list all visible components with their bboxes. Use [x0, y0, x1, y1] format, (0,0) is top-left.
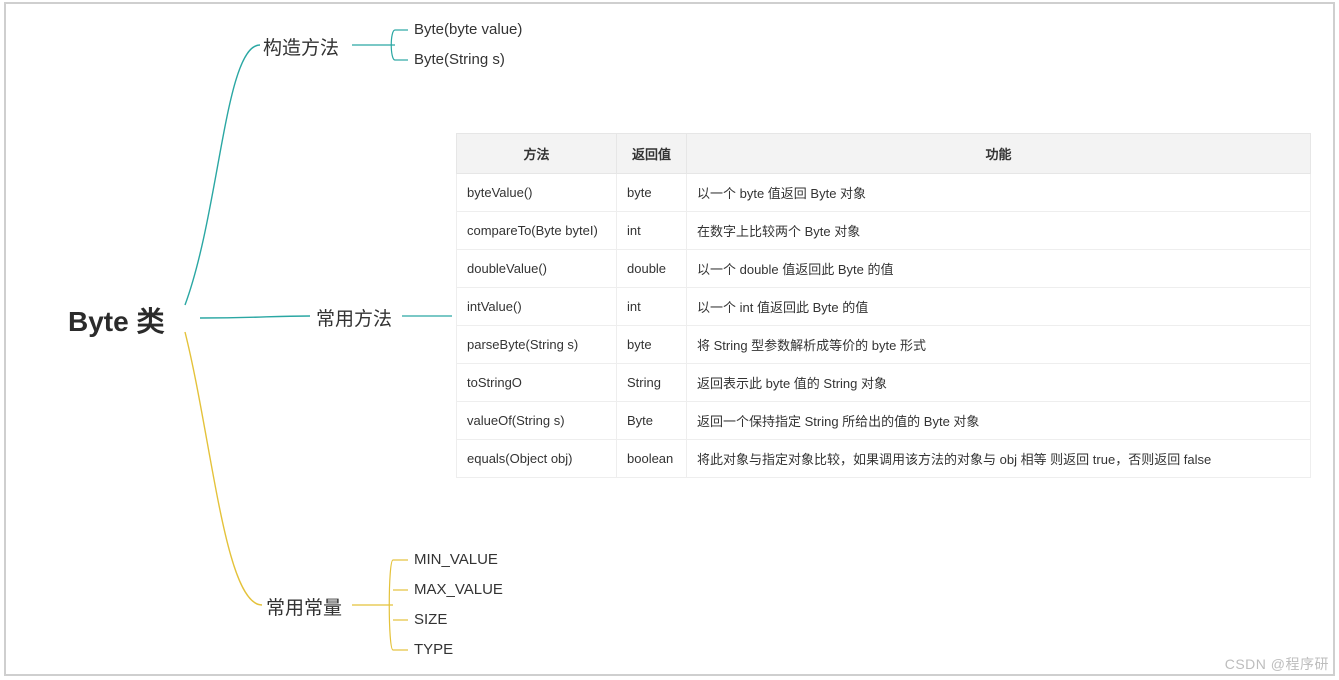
cell-method: valueOf(String s) [457, 402, 617, 440]
cell-method: parseByte(String s) [457, 326, 617, 364]
branch-methods: 常用方法 [316, 304, 392, 331]
cell-method: intValue() [457, 288, 617, 326]
cell-method: byteValue() [457, 174, 617, 212]
methods-table: 方法 返回值 功能 byteValue() byte 以一个 byte 值返回 … [456, 133, 1311, 478]
cell-return: int [617, 288, 687, 326]
table-row: toStringO String 返回表示此 byte 值的 String 对象 [457, 364, 1311, 402]
table-row: byteValue() byte 以一个 byte 值返回 Byte 对象 [457, 174, 1311, 212]
cell-desc: 返回一个保持指定 String 所给出的值的 Byte 对象 [687, 402, 1311, 440]
cell-desc: 将此对象与指定对象比较，如果调用该方法的对象与 obj 相等 则返回 true，… [687, 440, 1311, 478]
table-row: parseByte(String s) byte 将 String 型参数解析成… [457, 326, 1311, 364]
cell-return: int [617, 212, 687, 250]
cell-return: double [617, 250, 687, 288]
th-method: 方法 [457, 134, 617, 174]
cell-desc: 以一个 int 值返回此 Byte 的值 [687, 288, 1311, 326]
table-row: compareTo(Byte byteI) int 在数字上比较两个 Byte … [457, 212, 1311, 250]
table-row: equals(Object obj) boolean 将此对象与指定对象比较，如… [457, 440, 1311, 478]
leaf-constant-1: MIN_VALUE [414, 551, 498, 568]
branch-constants: 常用常量 [266, 593, 342, 620]
cell-method: toStringO [457, 364, 617, 402]
cell-desc: 以一个 double 值返回此 Byte 的值 [687, 250, 1311, 288]
th-return: 返回值 [617, 134, 687, 174]
cell-desc: 在数字上比较两个 Byte 对象 [687, 212, 1311, 250]
leaf-constructor-1: Byte(byte value) [414, 21, 522, 38]
table-row: doubleValue() double 以一个 double 值返回此 Byt… [457, 250, 1311, 288]
cell-method: doubleValue() [457, 250, 617, 288]
th-desc: 功能 [687, 134, 1311, 174]
cell-desc: 以一个 byte 值返回 Byte 对象 [687, 174, 1311, 212]
cell-return: boolean [617, 440, 687, 478]
leaf-constant-3: SIZE [414, 611, 447, 628]
cell-return: byte [617, 326, 687, 364]
watermark: CSDN @程序研 [1225, 654, 1329, 674]
leaf-constant-4: TYPE [414, 641, 453, 658]
cell-method: equals(Object obj) [457, 440, 617, 478]
cell-return: String [617, 364, 687, 402]
table-row: valueOf(String s) Byte 返回一个保持指定 String 所… [457, 402, 1311, 440]
cell-return: Byte [617, 402, 687, 440]
cell-method: compareTo(Byte byteI) [457, 212, 617, 250]
branch-constructors: 构造方法 [263, 33, 339, 60]
cell-desc: 返回表示此 byte 值的 String 对象 [687, 364, 1311, 402]
leaf-constant-2: MAX_VALUE [414, 581, 503, 598]
table-header-row: 方法 返回值 功能 [457, 134, 1311, 174]
cell-desc: 将 String 型参数解析成等价的 byte 形式 [687, 326, 1311, 364]
table-row: intValue() int 以一个 int 值返回此 Byte 的值 [457, 288, 1311, 326]
leaf-constructor-2: Byte(String s) [414, 51, 505, 68]
root-node: Byte 类 [68, 300, 164, 340]
cell-return: byte [617, 174, 687, 212]
